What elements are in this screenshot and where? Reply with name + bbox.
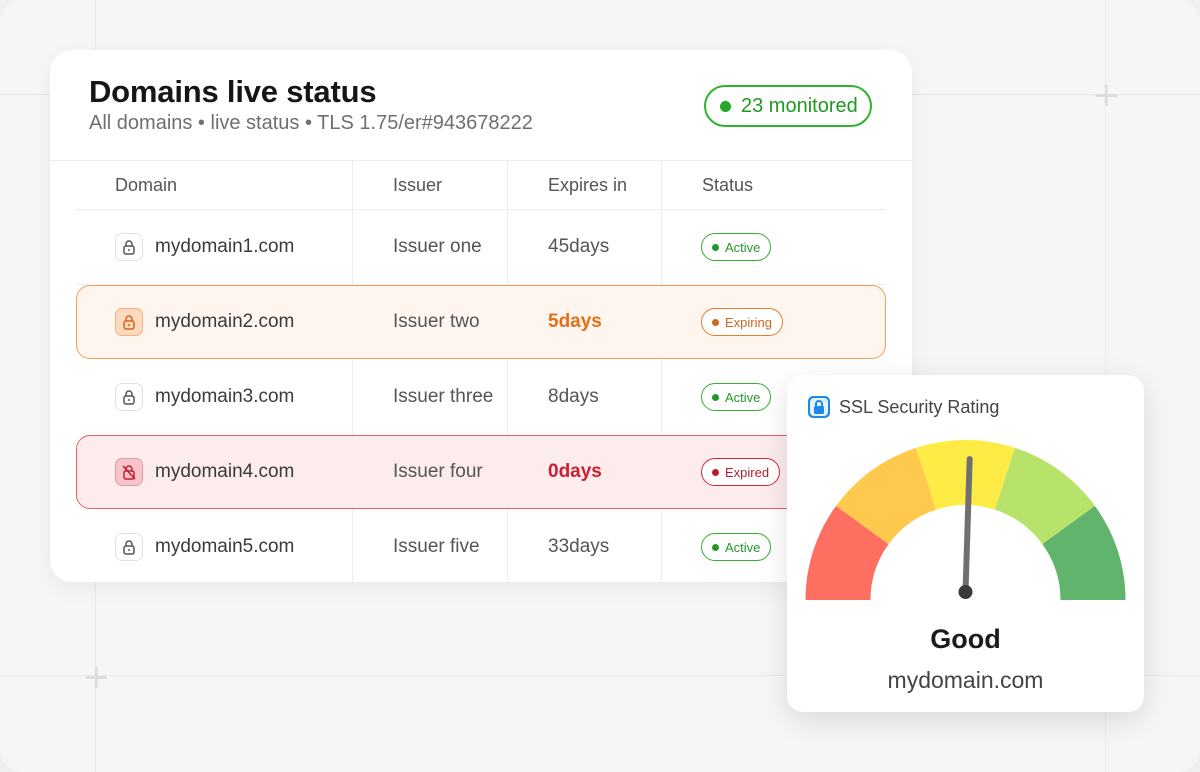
status-cell: Active — [701, 210, 772, 284]
expires-cell: 5days — [548, 311, 602, 332]
status-dot-icon — [720, 100, 731, 112]
lock-icon — [115, 233, 143, 261]
domain-name[interactable]: mydomain2.com — [155, 311, 294, 333]
domain-name[interactable]: mydomain1.com — [155, 236, 294, 258]
lock-icon — [115, 308, 143, 336]
lock-icon — [115, 533, 143, 561]
expires-cell: 8days — [548, 386, 599, 407]
domain-name[interactable]: mydomain4.com — [155, 461, 294, 483]
table-row[interactable]: mydomain1.com Issuer one 45days Active — [76, 210, 886, 284]
domain-name[interactable]: mydomain3.com — [155, 386, 294, 408]
status-label: Active — [725, 239, 761, 255]
status-badge: Active — [701, 233, 772, 261]
expires-cell: 33days — [548, 536, 610, 557]
status-dot-icon — [712, 243, 719, 251]
monitored-count-badge[interactable]: 23 monitored — [704, 85, 872, 127]
ssl-rating-card: SSL Security Rating Good mydomain.com — [787, 375, 1144, 712]
issuer-cell: Issuer five — [393, 536, 480, 557]
plus-marker-icon: + — [1092, 75, 1121, 115]
table-row[interactable]: mydomain2.com Issuer two 5days Expiring — [76, 285, 886, 359]
page-title: Domains live status — [89, 74, 377, 109]
page-subtitle: All domains • live status • TLS 1.75/er#… — [89, 112, 533, 134]
status-badge: Expired — [701, 458, 781, 486]
column-header-issuer[interactable]: Issuer — [393, 161, 442, 209]
status-dot-icon — [712, 468, 719, 476]
table-row[interactable]: mydomain5.com Issuer five 33days Active — [76, 510, 886, 582]
column-header-expires[interactable]: Expires in — [548, 161, 627, 209]
status-cell: Active — [701, 510, 772, 582]
issuer-cell: Issuer one — [393, 236, 482, 257]
status-dot-icon — [712, 543, 719, 551]
column-header-status[interactable]: Status — [702, 161, 753, 209]
rating-header: SSL Security Rating — [807, 395, 999, 419]
rating-title: SSL Security Rating — [839, 396, 1000, 417]
gauge-needle — [962, 456, 973, 595]
status-dot-icon — [712, 393, 719, 401]
issuer-cell: Issuer four — [393, 461, 483, 482]
status-badge: Active — [701, 383, 772, 411]
lock-icon — [115, 383, 143, 411]
domain-cell: mydomain4.com — [115, 436, 294, 508]
status-label: Active — [725, 389, 761, 405]
status-dot-icon — [712, 318, 719, 326]
table-row[interactable]: mydomain4.com Issuer four 0days Expired — [76, 435, 886, 509]
status-label: Expired — [725, 464, 770, 480]
plus-marker-icon: + — [82, 657, 111, 697]
column-header-domain[interactable]: Domain — [115, 161, 177, 209]
domain-cell: mydomain5.com — [115, 510, 294, 582]
domains-status-card: Domains live status All domains • live s… — [50, 50, 912, 582]
domain-name[interactable]: mydomain5.com — [155, 536, 294, 558]
domain-cell: mydomain3.com — [115, 360, 294, 434]
status-cell: Expiring — [701, 286, 783, 358]
monitored-count-label: 23 monitored — [741, 94, 858, 117]
card-header: Domains live status All domains • live s… — [50, 50, 912, 161]
expires-cell: 0days — [548, 461, 602, 482]
status-badge: Expiring — [701, 308, 783, 336]
issuer-cell: Issuer three — [393, 386, 494, 407]
security-gauge — [805, 440, 1126, 600]
domain-cell: mydomain2.com — [115, 286, 294, 358]
gauge-pivot — [958, 585, 973, 599]
ssl-lock-icon — [808, 396, 830, 418]
unlock-blocked-icon — [115, 458, 143, 486]
table-row[interactable]: mydomain3.com Issuer three 8days Active — [76, 360, 886, 434]
rating-domain: mydomain.com — [887, 667, 1044, 693]
expires-cell: 45days — [548, 236, 610, 257]
rating-grade: Good — [930, 624, 1001, 654]
status-badge: Active — [701, 533, 772, 561]
status-cell: Active — [701, 360, 772, 434]
status-cell: Expired — [701, 436, 781, 508]
status-label: Expiring — [725, 314, 772, 330]
issuer-cell: Issuer two — [393, 311, 480, 332]
domain-cell: mydomain1.com — [115, 210, 294, 284]
status-label: Active — [725, 539, 761, 555]
